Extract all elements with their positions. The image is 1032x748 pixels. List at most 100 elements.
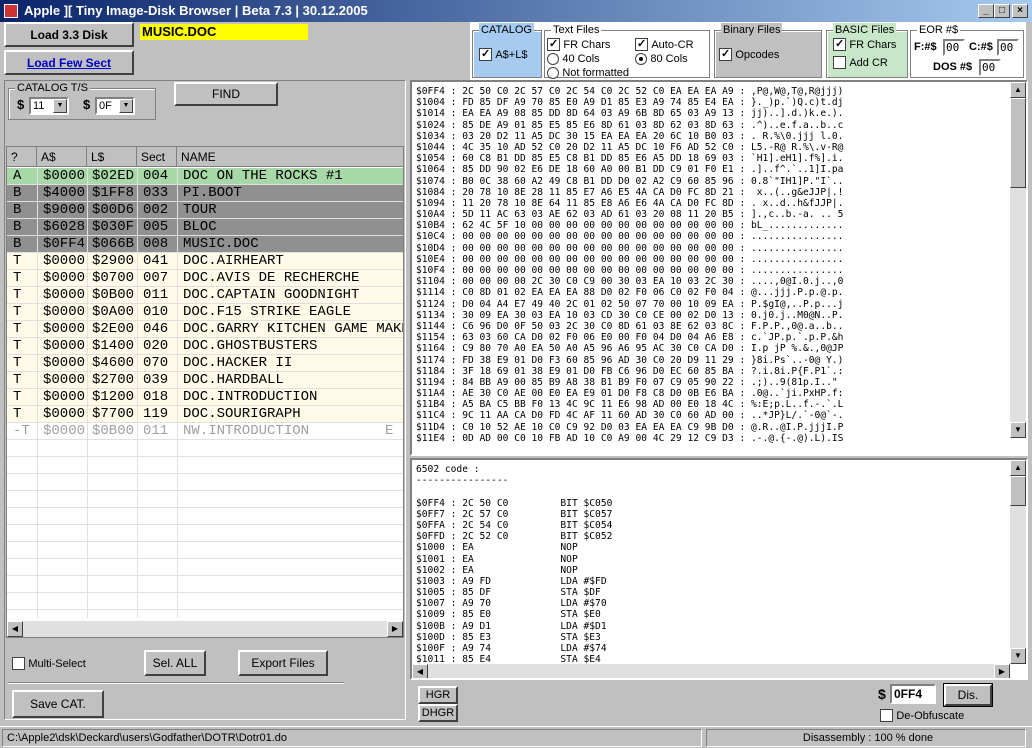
- dos-input[interactable]: 00: [979, 59, 1001, 76]
- minimize-button[interactable]: _: [978, 4, 994, 18]
- table-row[interactable]: T $0000 $1400 020 DOC.GHOSTBUSTERS: [7, 338, 403, 355]
- text-files-group: Text Files FR Chars Auto-CR 40 Cols 80 C…: [544, 23, 710, 79]
- basic-fr-chars-checkbox[interactable]: [833, 38, 846, 52]
- col-name-header[interactable]: NAME: [177, 147, 403, 167]
- disassemble-button[interactable]: Dis.: [943, 683, 993, 707]
- disasm-line: $0FFA : 2C 54 C0 BIT $C054: [416, 519, 613, 531]
- disasm-vscroll[interactable]: ▲ ▼: [1010, 460, 1026, 664]
- col-addr-header[interactable]: A$: [37, 147, 87, 167]
- col-divider: [37, 168, 38, 618]
- deobfuscate-option[interactable]: De-Obfuscate: [880, 708, 964, 723]
- table-row[interactable]: T $0000 $2E00 046 DOC.GARRY KITCHEN GAME MAK…: [7, 321, 403, 338]
- dhgr-button[interactable]: DHGR: [418, 704, 458, 722]
- cell-sect: 018: [143, 389, 169, 405]
- eor-group: EOR #$ F:#$ 00 C:#$ 00 DOS #$ 00: [910, 23, 1024, 78]
- status-bar: C:\Apple2\dsk\Deckard\users\Godfather\DO…: [0, 726, 1032, 748]
- disassembly-panel[interactable]: 6502 code : ---------------- $0FF4 : 2C …: [410, 458, 1028, 680]
- hex-vscroll[interactable]: ▲ ▼: [1010, 82, 1026, 438]
- cols40-radio[interactable]: [547, 52, 559, 65]
- text-fr-chars-checkbox[interactable]: [547, 38, 560, 52]
- scroll-up-icon[interactable]: ▲: [1010, 82, 1026, 98]
- table-row[interactable]: B $0FF4 $066B 008 MUSIC.DOC: [7, 236, 403, 253]
- load-few-sect-button[interactable]: Load Few Sect: [4, 50, 134, 75]
- opcodes-checkbox[interactable]: [719, 48, 732, 62]
- table-row[interactable]: T $0000 $4600 070 DOC.HACKER II: [7, 355, 403, 372]
- cell-len: $2700: [92, 372, 135, 388]
- window-title: Apple ][ Tiny Image-Disk Browser | Beta …: [24, 3, 368, 18]
- table-row[interactable]: T $0000 $0B00 011 DOC.CAPTAIN GOODNIGHT: [7, 287, 403, 304]
- table-row[interactable]: T $0000 $1200 018 DOC.INTRODUCTION: [7, 389, 403, 406]
- track-select[interactable]: 11 ▼: [29, 97, 69, 115]
- multi-select-checkbox[interactable]: [12, 657, 25, 671]
- eor-c-input[interactable]: 00: [997, 39, 1019, 56]
- sector-select[interactable]: 0F ▼: [95, 97, 135, 115]
- hex-line: $1034 : 03 20 D2 11 A5 DC 30 15 EA EA EA…: [416, 130, 844, 142]
- disasm-hscroll[interactable]: ◀ ▶: [412, 664, 1010, 678]
- eor-f-input[interactable]: 00: [943, 39, 965, 56]
- catalog-option-label: A$+L$: [495, 49, 528, 61]
- disasm-line: $0FF7 : 2C 57 C0 BIT $C057: [416, 508, 613, 520]
- load-disk-button[interactable]: Load 3.3 Disk: [4, 22, 134, 47]
- cell-len: $00D6: [92, 202, 135, 218]
- table-row[interactable]: -T $0000 $0B00 011 NW.INTRODUCTION E: [7, 423, 403, 440]
- track-dropdown-icon[interactable]: ▼: [53, 99, 67, 113]
- scroll-thumb[interactable]: [1010, 98, 1026, 188]
- disasm-line: $1005 : 85 DF STA $DF: [416, 587, 601, 599]
- table-row[interactable]: B $4000 $1FF8 033 PI.BOOT: [7, 185, 403, 202]
- not-formatted-radio[interactable]: [547, 66, 559, 79]
- select-all-button[interactable]: Sel. ALL: [144, 650, 206, 676]
- table-row[interactable]: T $0000 $2700 039 DOC.HARDBALL: [7, 372, 403, 389]
- sector-dropdown-icon[interactable]: ▼: [119, 99, 133, 113]
- cell-name: DOC.F15 STRIKE EAGLE: [183, 304, 352, 320]
- deobfuscate-checkbox[interactable]: [880, 709, 893, 723]
- cell-type: T: [13, 372, 22, 388]
- basic-files-title: BASIC Files: [833, 23, 897, 37]
- cell-len: $02ED: [92, 168, 135, 184]
- sector-value: 0F: [99, 100, 112, 112]
- hex-dump-panel[interactable]: $0FF4 : 2C 50 C0 2C 57 C0 2C 54 C0 2C 52…: [410, 80, 1028, 456]
- table-row[interactable]: T $0000 $0A00 010 DOC.F15 STRIKE EAGLE: [7, 304, 403, 321]
- scroll-left-icon[interactable]: ◀: [412, 664, 428, 678]
- maximize-button[interactable]: □: [994, 4, 1010, 18]
- cell-addr: $0000: [43, 338, 86, 354]
- col-divider: [177, 168, 178, 618]
- table-row[interactable]: B $9000 $00D6 002 TOUR: [7, 202, 403, 219]
- file-list-hscroll[interactable]: ◀ ▶: [7, 621, 403, 637]
- scroll-down-icon[interactable]: ▼: [1010, 422, 1026, 438]
- cell-name: NW.INTRODUCTION: [183, 423, 310, 439]
- table-row[interactable]: T $0000 $7700 119 DOC.SOURIGRAPH: [7, 406, 403, 423]
- scroll-up-icon[interactable]: ▲: [1010, 460, 1026, 476]
- multi-select-option[interactable]: Multi-Select: [12, 656, 86, 671]
- hex-line: $10E4 : 00 00 00 00 00 00 00 00 00 00 00…: [416, 253, 844, 265]
- hex-line: $1064 : 85 DD 90 02 E6 DE 18 60 A0 00 B1…: [416, 164, 844, 176]
- scroll-left-icon[interactable]: ◀: [7, 621, 23, 637]
- table-row[interactable]: A $0000 $02ED 004 DOC ON THE ROCKS #1: [7, 168, 403, 185]
- auto-cr-checkbox[interactable]: [635, 38, 648, 52]
- col-len-header[interactable]: L$: [87, 147, 137, 167]
- table-row[interactable]: T $0000 $0700 007 DOC.AVIS DE RECHERCHE: [7, 270, 403, 287]
- catalog-group: CATALOG A$+L$: [472, 23, 542, 78]
- hgr-button[interactable]: HGR: [418, 686, 458, 704]
- col-type-header[interactable]: ?: [7, 147, 37, 167]
- export-files-button[interactable]: Export Files: [238, 650, 328, 676]
- scroll-right-icon[interactable]: ▶: [387, 621, 403, 637]
- cell-type: T: [13, 406, 22, 422]
- hex-line: $1074 : B0 0C 38 60 A2 49 C8 B1 DD D0 02…: [416, 175, 844, 187]
- table-row[interactable]: T $0000 $2900 041 DOC.AIRHEART: [7, 253, 403, 270]
- table-row[interactable]: B $6028 $030F 005 BLOC: [7, 219, 403, 236]
- add-cr-checkbox[interactable]: [833, 56, 846, 70]
- hex-dump-lines: $0FF4 : 2C 50 C0 2C 57 C0 2C 54 C0 2C 52…: [416, 86, 1010, 444]
- cell-len: $030F: [92, 219, 135, 235]
- find-button[interactable]: FIND: [174, 82, 278, 106]
- col-sect-header[interactable]: Sect: [137, 147, 177, 167]
- close-button[interactable]: ×: [1012, 4, 1028, 18]
- save-catalog-button[interactable]: Save CAT.: [12, 690, 104, 718]
- catalog-checkbox[interactable]: [479, 48, 492, 62]
- cell-name: BLOC: [183, 219, 217, 235]
- scroll-thumb[interactable]: [1010, 476, 1026, 506]
- cell-name: DOC.HACKER II: [183, 355, 293, 371]
- cols80-radio[interactable]: [635, 52, 647, 65]
- address-input[interactable]: 0FF4: [890, 684, 936, 704]
- scroll-right-icon[interactable]: ▶: [994, 664, 1010, 678]
- scroll-down-icon[interactable]: ▼: [1010, 648, 1026, 664]
